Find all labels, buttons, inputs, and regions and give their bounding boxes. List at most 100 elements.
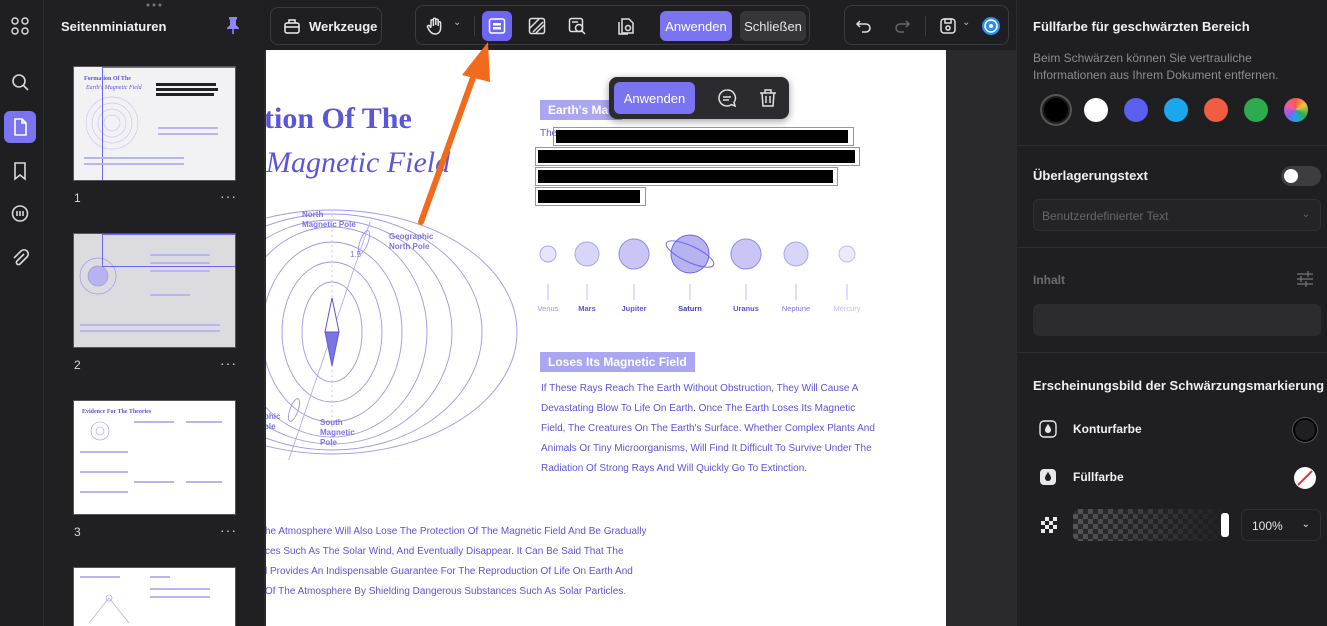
chevron-down-icon: ⌄	[1301, 519, 1310, 530]
redaction-box[interactable]	[553, 127, 854, 146]
redo-icon	[895, 20, 911, 33]
trash-icon[interactable]	[757, 87, 779, 109]
document-page: tion Of The Magnetic Field North Magnetic…	[266, 50, 946, 626]
left-rail	[0, 0, 44, 626]
redaction-box[interactable]	[535, 147, 860, 166]
page-thumbnail-2[interactable]	[73, 233, 236, 348]
hatched-area-icon	[528, 17, 546, 35]
ai-assistant-icon	[982, 17, 1000, 35]
swatch-blue[interactable]	[1124, 98, 1148, 122]
chevron-down-icon: ⌄	[1301, 209, 1310, 220]
fill-color-title: Füllfarbe für geschwärzten Bereich	[1033, 19, 1250, 34]
opacity-select[interactable]: 100% ⌄	[1241, 509, 1321, 541]
top-toolbar: Werkzeuge ⌄ Anwenden Schließen ⌄	[264, 0, 1016, 50]
redaction-box[interactable]	[535, 187, 646, 206]
bottom-paragraph: he Atmosphere Will Also Lose The Protect…	[266, 526, 647, 597]
thumbnail-more-button[interactable]: ···	[220, 522, 237, 538]
page-thumbnail-1[interactable]: Formation Of The Earth's Magnetic Field	[73, 66, 236, 181]
redaction-properties-panel: Füllfarbe für geschwärzten Bereich Beim …	[1016, 0, 1327, 626]
hand-icon	[426, 17, 442, 35]
thumbnail-number: 2	[74, 358, 81, 372]
page-thumbnails-icon[interactable]	[4, 111, 36, 143]
attachment-icon[interactable]	[4, 242, 36, 274]
sliders-icon[interactable]	[1296, 270, 1314, 288]
fill-color-label: Füllfarbe	[1073, 470, 1124, 484]
toolbox-icon	[284, 19, 300, 34]
thumbnail-panel: Seitenminiaturen Formation Of The Earth'…	[45, 0, 264, 626]
page-subtitle: Magnetic Field	[266, 146, 451, 179]
tools-button[interactable]: Werkzeuge	[270, 7, 382, 45]
thumbnail-heading: Evidence For The Theories	[82, 409, 152, 415]
swatch-green[interactable]	[1244, 98, 1268, 122]
thumbnail-diagram	[88, 594, 130, 624]
redaction-popup: Anwenden	[609, 77, 789, 119]
opacity-slider-handle[interactable]	[1221, 513, 1229, 537]
label-south-magnetic-pole: South Magnetic Pole	[320, 418, 355, 447]
fill-color-none-swatch[interactable]	[1293, 466, 1317, 490]
hand-tool[interactable]	[420, 11, 450, 41]
close-button[interactable]: Schließen	[740, 11, 806, 41]
label-geographic-south-pole: phic ole	[266, 412, 281, 431]
overlay-text-title: Überlagerungstext	[1033, 168, 1148, 183]
thumbnail-number: 1	[74, 191, 81, 205]
label-north-magnetic-pole: North Magnetic Pole	[302, 210, 356, 229]
redact-pages-tool[interactable]	[612, 11, 642, 41]
planet-label-saturn: Saturn	[678, 304, 702, 313]
appearance-title: Erscheinungsbild der Schwärzungsmarkieru…	[1033, 378, 1325, 393]
app-window: Seitenminiaturen Formation Of The Earth'…	[0, 0, 1327, 626]
thumbnail-panel-title: Seitenminiaturen	[61, 19, 167, 34]
thumbnail-more-button[interactable]: ···	[220, 355, 237, 371]
label-geographic-north-pole: Geographic North Pole	[389, 232, 434, 251]
redact-pages-icon	[618, 18, 634, 35]
planet-label-mercury: Mercury	[833, 304, 861, 313]
undo-icon	[855, 20, 871, 33]
outline-drop-icon	[1039, 420, 1057, 438]
page-thumbnail-4[interactable]	[73, 567, 236, 626]
popup-apply-button[interactable]: Anwenden	[614, 82, 695, 114]
save-icon	[940, 18, 956, 34]
page-thumbnail-3[interactable]: Evidence For The Theories	[73, 400, 236, 515]
chevron-down-icon[interactable]: ⌄	[453, 17, 461, 28]
bookmark-icon[interactable]	[4, 155, 36, 187]
planet-label-mars: Mars	[578, 304, 596, 313]
redaction-box[interactable]	[535, 167, 838, 186]
planets-row	[539, 234, 856, 300]
history-tool-group: ⌄	[844, 5, 1009, 45]
overlay-text-select[interactable]: Benutzerdefinierter Text ⌄	[1033, 199, 1321, 231]
overlay-text-toggle[interactable]	[1281, 166, 1321, 186]
swatch-custom-color[interactable]	[1284, 98, 1308, 122]
redact-area-tool[interactable]	[522, 11, 552, 41]
save-button[interactable]	[933, 11, 963, 41]
outline-color-swatch[interactable]	[1293, 418, 1317, 442]
ai-assistant-button[interactable]	[976, 11, 1006, 41]
search-icon[interactable]	[4, 66, 36, 98]
apply-button[interactable]: Anwenden	[660, 11, 732, 41]
swatch-black[interactable]	[1044, 98, 1068, 122]
chevron-down-icon[interactable]: ⌄	[962, 17, 970, 28]
planet-label-neptune: Neptune	[781, 304, 811, 313]
thumbnail-more-button[interactable]: ···	[220, 188, 237, 204]
drag-handle-icon[interactable]	[146, 3, 162, 7]
undo-button[interactable]	[849, 11, 879, 41]
redo-button[interactable]	[887, 11, 917, 41]
apps-grid-icon[interactable]	[4, 10, 36, 42]
comments-icon[interactable]	[4, 198, 36, 230]
planet-label-jupiter: Jupiter	[621, 304, 647, 313]
swatch-white[interactable]	[1084, 98, 1108, 122]
swatch-red[interactable]	[1204, 98, 1228, 122]
section2-paragraph: If These Rays Reach The Earth Without Ob…	[541, 383, 875, 474]
planet-label-uranus: Uranus	[733, 304, 759, 313]
label-angle: 1.5	[350, 250, 362, 259]
swatch-cyan[interactable]	[1164, 98, 1188, 122]
search-redact-tool[interactable]	[562, 11, 592, 41]
thumbnail-diagram	[90, 421, 110, 441]
content-textarea[interactable]	[1033, 304, 1321, 336]
pin-icon[interactable]	[225, 16, 241, 34]
mark-redaction-tool[interactable]	[482, 11, 512, 41]
fill-color-description: Beim Schwärzen können Sie vertrauliche I…	[1033, 51, 1279, 82]
comment-icon[interactable]	[716, 87, 738, 109]
opacity-value: 100%	[1252, 519, 1283, 533]
opacity-checker-icon	[1041, 517, 1057, 533]
thumbnail-number: 3	[74, 525, 81, 539]
opacity-slider[interactable]	[1073, 509, 1231, 541]
